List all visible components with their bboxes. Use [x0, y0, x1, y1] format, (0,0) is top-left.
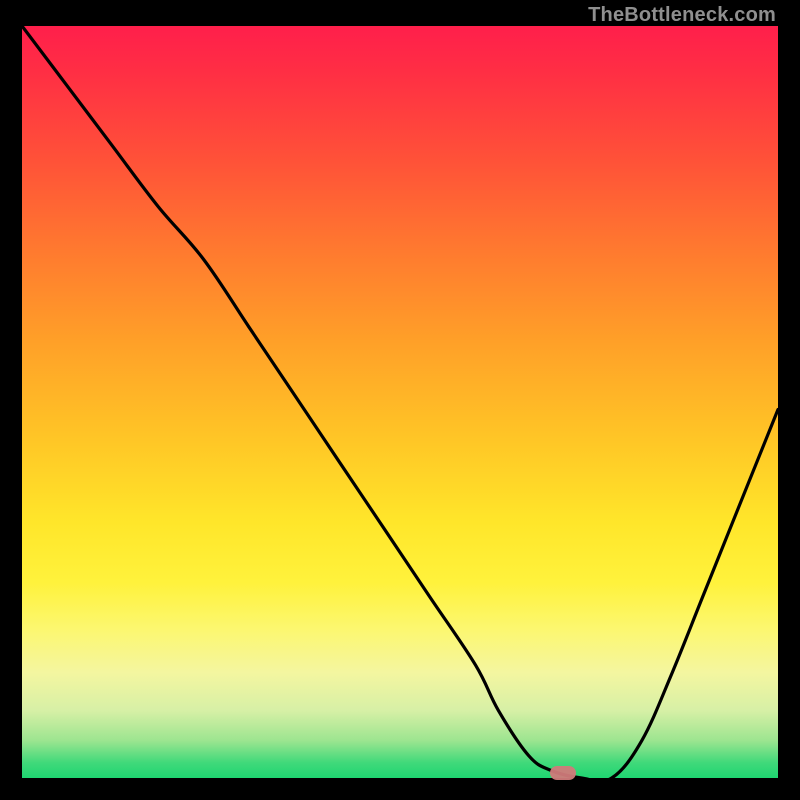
chart-frame: TheBottleneck.com [0, 0, 800, 800]
watermark-text: TheBottleneck.com [588, 4, 776, 27]
bottleneck-curve [22, 26, 778, 778]
optimum-marker [550, 766, 576, 780]
curve-path [22, 26, 778, 778]
